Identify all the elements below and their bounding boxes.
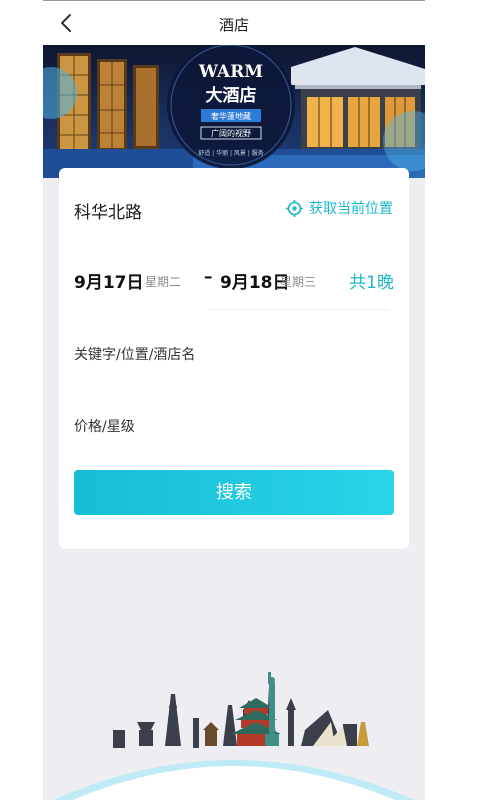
checkout-weekday: 星期三	[280, 275, 317, 289]
checkin-weekday: 星期二	[145, 275, 182, 289]
banner-tag-view: 广阔的视野	[211, 128, 251, 138]
get-current-location-button[interactable]: 获取当前位置	[286, 198, 393, 218]
hotel-banner[interactable]: WARM 大酒店 奢华蓬地藏 广阔的视野 舒适 | 华丽 | 风景 | 服务	[43, 45, 425, 178]
search-button[interactable]: 搜索	[74, 470, 394, 515]
checkin-date[interactable]: 9月17日	[74, 268, 144, 293]
nav-bar: 酒店	[43, 1, 425, 45]
date-divider	[209, 309, 389, 310]
nights-count: 共1晚	[349, 273, 394, 293]
banner-brand: WARM	[198, 62, 263, 82]
get-current-location-label: 获取当前位置	[309, 201, 393, 217]
date-selector[interactable]: 9月17日 星期二 – 9月18日 星期三 共1晚	[74, 267, 394, 296]
date-separator: –	[204, 267, 213, 287]
world-landmarks-decoration	[43, 660, 425, 800]
search-card: 科华北路 获取当前位置 9月17日 星期二 – 9月18日 星期三 共1晚 关键…	[59, 168, 409, 549]
banner-hotel-name: 大酒店	[206, 85, 257, 106]
location-text[interactable]: 科华北路	[74, 198, 142, 223]
banner-illustration: WARM 大酒店 奢华蓬地藏 广阔的视野 舒适 | 华丽 | 风景 | 服务	[43, 45, 425, 178]
price-star-filter[interactable]: 价格/星级	[74, 416, 135, 436]
landmarks-illustration	[53, 672, 415, 800]
locate-crosshair-icon	[286, 199, 303, 217]
page-title: 酒店	[218, 16, 249, 34]
keyword-input[interactable]: 关键字/位置/酒店名	[74, 344, 195, 364]
banner-features: 舒适 | 华丽 | 风景 | 服务	[198, 149, 264, 157]
banner-tag-luxury: 奢华蓬地藏	[211, 111, 251, 121]
hotel-search-screen: 酒店 WARM 大酒店 奢华蓬地藏 广阔的视野 舒适 | 华丽 | 风景 | 服…	[43, 0, 425, 800]
